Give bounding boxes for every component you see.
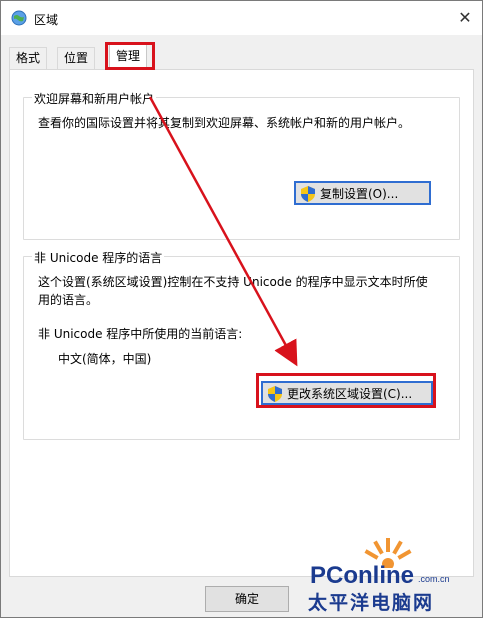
watermark-brand: PConline xyxy=(310,562,415,589)
watermark-domain: .com.cn xyxy=(418,574,450,584)
pconline-logo-icon: PConline .com.cn 太平洋电脑网 xyxy=(300,534,460,616)
watermark-cn-name: 太平洋电脑网 xyxy=(308,593,435,614)
arrow-annotation-icon xyxy=(148,96,298,367)
